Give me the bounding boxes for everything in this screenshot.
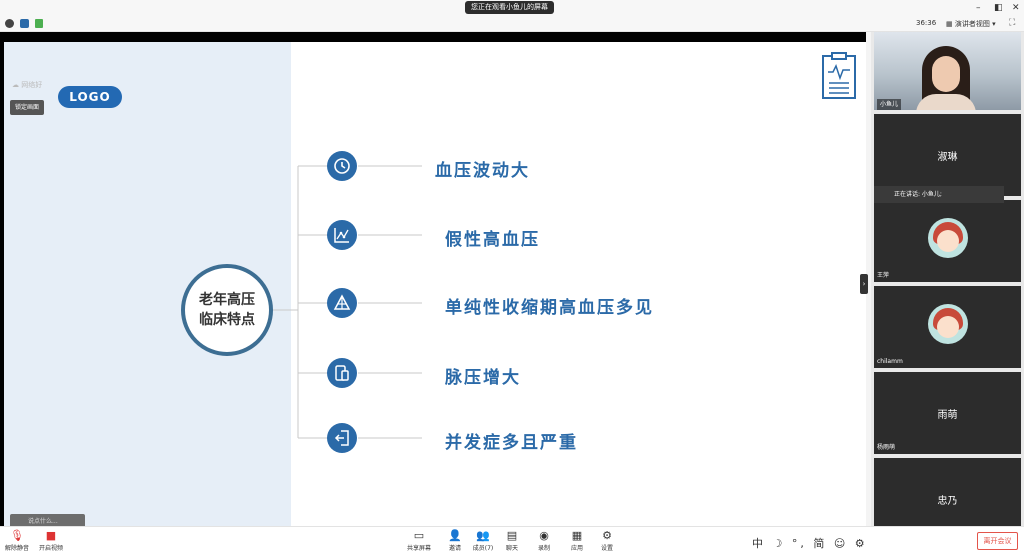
mic-muted-icon: 🎙 [10, 529, 24, 542]
point-5-text: 并发症多且严重 [445, 433, 578, 453]
participant-tile[interactable]: 忠乃 [874, 458, 1021, 526]
point-3-text: 单纯性收缩期高血压多见 [445, 298, 654, 318]
chat-icon: ▤ [506, 529, 518, 542]
camera-off-icon: ■ [45, 529, 57, 542]
record-icon: ◉ [539, 529, 549, 542]
members-button[interactable]: 👥 成员(7) [468, 529, 498, 552]
center-topic-text: 老年高压 临床特点 [185, 290, 269, 330]
invite-button[interactable]: 👤 邀请 [440, 529, 470, 552]
members-label: 成员(7) [472, 545, 494, 552]
participant-name: 雨萌 [937, 410, 958, 421]
invite-label: 邀请 [448, 545, 461, 552]
bottom-controls: 🎙 解除静音 ■ 开启视频 ▭ 共享屏幕 👤 邀请 👥 成员(7) ▤ 聊天 ◉… [0, 526, 1024, 555]
record-button[interactable]: ◉ 录制 [529, 529, 559, 552]
chat-label: 聊天 [505, 545, 518, 552]
minimize-button[interactable]: – [976, 2, 981, 14]
triangle-icon [327, 288, 357, 318]
center-title-line1: 老年高压 [199, 292, 255, 308]
participant-name: 淑琳 [937, 152, 958, 163]
apps-icon: ▦ [571, 529, 583, 542]
participant-tile[interactable]: 雨萌 杨雨萌 [874, 372, 1021, 454]
start-video-label: 开启视频 [38, 545, 63, 552]
participant-tile[interactable]: 淑琳 [874, 114, 1021, 196]
settings-button[interactable]: ⚙ 设置 [592, 529, 622, 552]
members-icon: 👥 [476, 529, 490, 542]
presentation-slide: LOGO 老年高压 临床特点 血压波动大 假性高血压 单纯性收缩期高血压多见 脉… [4, 42, 866, 526]
speaking-indicator: 正在讲话: 小鱼儿; [874, 186, 1004, 203]
self-name-tag: 小鱼儿 [877, 99, 902, 110]
apps-label: 应用 [570, 545, 583, 552]
self-video-tile[interactable]: 小鱼儿 [874, 32, 1021, 110]
avatar [928, 304, 968, 344]
point-1-text: 血压波动大 [435, 161, 530, 181]
record-label: 录制 [537, 545, 550, 552]
shared-screen: LOGO 老年高压 临床特点 血压波动大 假性高血压 单纯性收缩期高血压多见 脉… [0, 32, 866, 526]
participant-panel: 小鱼儿 淑琳 王萍 chilamm 雨萌 杨雨萌 忠乃 [871, 32, 1024, 526]
chat-quick-input[interactable]: 说点什么... [10, 514, 85, 526]
point-4-text: 脉压增大 [445, 368, 521, 388]
settings-label: 设置 [600, 545, 613, 552]
apps-button[interactable]: ▦ 应用 [562, 529, 592, 552]
unmute-label: 解除静音 [4, 545, 29, 552]
viewing-screen-label: 您正在观看小鱼儿的屏幕 [465, 1, 554, 14]
meeting-window: 您正在观看小鱼儿的屏幕 – ◧ ✕ 36:36 ▦ 演讲者视图 ▾ ⛶ LOGO [0, 0, 1024, 555]
invite-icon: 👤 [448, 529, 462, 542]
network-status: ☁ 网络好 [12, 81, 43, 89]
meeting-toolbar: 36:36 ▦ 演讲者视图 ▾ ⛶ [0, 16, 1024, 32]
leave-meeting-button[interactable]: 离开会议 [977, 532, 1018, 550]
title-bar: 您正在观看小鱼儿的屏幕 – ◧ ✕ [0, 0, 1024, 16]
share-screen-icon: ▭ [413, 529, 425, 542]
center-topic-circle: 老年高压 临床特点 [181, 264, 273, 356]
chat-button[interactable]: ▤ 聊天 [497, 529, 527, 552]
participant-tag: 杨雨萌 [877, 444, 896, 451]
participant-tag: 王萍 [877, 272, 890, 279]
video-person-body [916, 94, 976, 110]
info-icon[interactable] [5, 19, 14, 28]
meeting-timer: 36:36 [916, 19, 937, 27]
fullscreen-icon[interactable]: ⛶ [1009, 18, 1015, 28]
unmute-button[interactable]: 🎙 解除静音 [2, 529, 32, 552]
clock-icon [327, 151, 357, 181]
start-video-button[interactable]: ■ 开启视频 [36, 529, 66, 552]
device-icon [327, 358, 357, 388]
participant-name: 忠乃 [937, 496, 958, 507]
security-shield-icon[interactable] [20, 19, 29, 28]
video-person-face [932, 56, 960, 92]
center-title-line2: 临床特点 [199, 312, 255, 328]
participant-tile[interactable]: 王萍 [874, 200, 1021, 282]
restore-button[interactable]: ◧ [994, 2, 1003, 14]
exit-icon [327, 423, 357, 453]
share-screen-label: 共享屏幕 [406, 545, 431, 552]
collapse-panel-icon[interactable]: › [860, 274, 868, 294]
share-screen-button[interactable]: ▭ 共享屏幕 [404, 529, 434, 552]
signal-icon[interactable] [35, 19, 43, 28]
lock-view-button[interactable]: 锁定画面 [10, 100, 45, 115]
participant-tag: chilamm [877, 358, 903, 365]
close-button[interactable]: ✕ [1012, 2, 1020, 14]
gear-icon: ⚙ [602, 529, 612, 542]
ime-toolbar[interactable]: 中 ☽ °, 简 ☺ ⚙ [752, 535, 868, 551]
mindmap-connectors [269, 165, 422, 439]
avatar [928, 218, 968, 258]
point-2-text: 假性高血压 [445, 230, 540, 250]
speaker-view-button[interactable]: ▦ 演讲者视图 ▾ [946, 18, 996, 30]
participant-tile[interactable]: chilamm [874, 286, 1021, 368]
chart-icon [327, 220, 357, 250]
